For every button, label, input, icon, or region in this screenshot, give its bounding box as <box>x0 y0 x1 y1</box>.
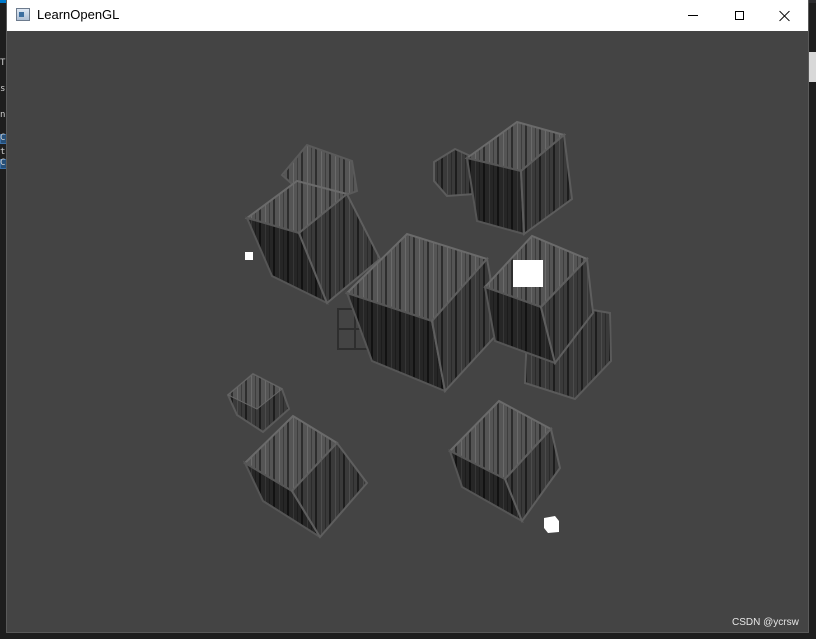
window-titlebar[interactable]: LearnOpenGL <box>7 0 808 31</box>
maximize-button[interactable] <box>716 0 762 31</box>
maximize-icon <box>734 11 744 20</box>
light-cube <box>245 252 253 260</box>
learnopengl-window: LearnOpenGL <box>7 0 808 632</box>
crate <box>242 414 369 539</box>
window-title: LearnOpenGL <box>37 7 120 22</box>
opengl-app-icon <box>16 8 30 21</box>
close-icon <box>779 10 791 22</box>
ide-scrollbar-thumb[interactable] <box>808 52 816 82</box>
minimize-button[interactable] <box>670 0 716 31</box>
close-button[interactable] <box>762 0 808 31</box>
crate-scene <box>226 120 613 539</box>
opengl-render-viewport[interactable] <box>7 31 808 632</box>
crate <box>464 120 574 236</box>
crate <box>448 399 562 524</box>
watermark-text: CSDN @ycrsw <box>732 617 799 628</box>
light-cube <box>544 516 559 533</box>
crate <box>226 372 291 434</box>
screen: T s n C t C LearnOpenGL CSDN @ycrsw <box>0 0 816 639</box>
light-cube <box>513 260 543 287</box>
minimize-icon <box>688 15 698 16</box>
